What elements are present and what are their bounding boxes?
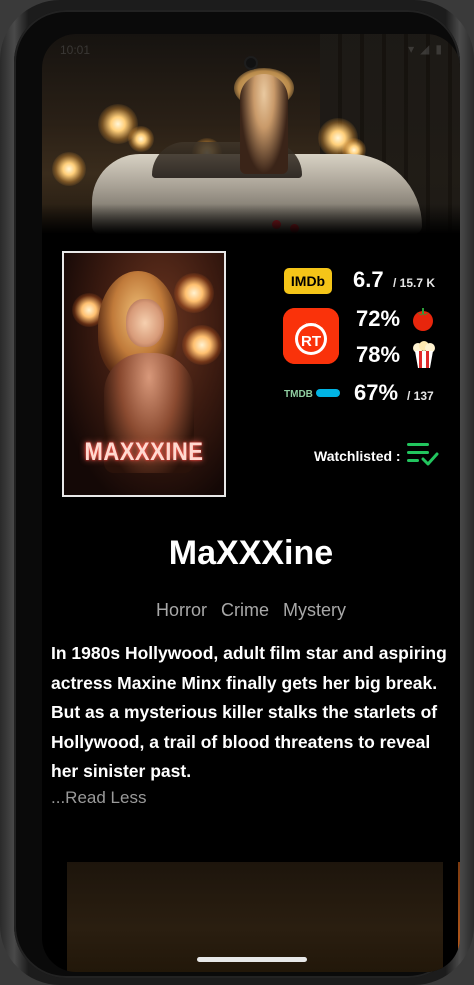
watchlist-status[interactable]: Watchlisted : — [314, 440, 439, 471]
backdrop-fade — [42, 204, 460, 234]
tmdb-badge[interactable]: TMDB — [284, 386, 342, 400]
battery-icon: ▮ — [435, 42, 442, 56]
device-bezel: 10:01 ▾ ◢ ▮ MAXXXINE IMDb 6.7 / 15.7 K R… — [14, 10, 460, 978]
genre-tag[interactable]: Mystery — [283, 600, 346, 621]
backdrop-light — [52, 152, 86, 186]
imdb-votes: / 15.7 K — [393, 276, 436, 290]
rt-critics-score: 72% — [356, 306, 401, 331]
genre-tag[interactable]: Horror — [156, 600, 207, 621]
imdb-badge[interactable]: IMDb — [284, 268, 332, 294]
tmdb-score: 67% — [354, 380, 399, 405]
tomato-icon — [410, 306, 436, 337]
home-indicator[interactable] — [197, 957, 307, 962]
poster-light — [174, 273, 214, 313]
popcorn-icon — [412, 341, 436, 374]
ratings-panel: IMDb 6.7 / 15.7 K RT 72% 78% TMDB 67% / … — [282, 264, 452, 414]
poster-light — [182, 325, 222, 365]
rotten-tomatoes-badge[interactable]: RT — [283, 308, 339, 364]
status-icons: ▾ ◢ ▮ — [408, 42, 442, 56]
device-frame: 10:01 ▾ ◢ ▮ MAXXXINE IMDb 6.7 / 15.7 K R… — [0, 0, 474, 985]
poster-face — [126, 299, 164, 347]
next-media-thumbnail[interactable] — [458, 862, 460, 972]
wifi-icon: ▾ — [408, 42, 415, 56]
watchlist-check-icon[interactable] — [406, 440, 439, 471]
movie-poster[interactable]: MAXXXINE — [62, 251, 226, 497]
movie-overview: In 1980s Hollywood, adult film star and … — [51, 643, 447, 781]
imdb-score: 6.7 — [353, 267, 384, 292]
camera-icon — [246, 58, 256, 68]
rt-badge-text: RT — [301, 333, 321, 350]
backdrop-figure — [240, 74, 288, 174]
watchlist-label: Watchlisted : — [314, 447, 401, 464]
movie-title: MaXXXine — [168, 534, 334, 572]
rotten-tomatoes-logo-icon: RT — [283, 308, 339, 364]
poster-title: MAXXXINE — [84, 437, 204, 466]
trailer-thumbnail[interactable] — [67, 862, 443, 972]
genre-tag[interactable]: Crime — [221, 600, 269, 621]
backdrop-light — [128, 126, 154, 152]
genre-list: Horror Crime Mystery — [42, 600, 460, 621]
signal-icon: ◢ — [420, 42, 430, 56]
read-less-link[interactable]: ...Read Less — [51, 788, 146, 808]
rt-audience-score: 78% — [356, 342, 401, 367]
status-time: 10:01 — [60, 43, 91, 57]
tmdb-votes: / 137 — [407, 389, 434, 403]
tmdb-badge-text: TMDB — [284, 389, 313, 400]
screen: 10:01 ▾ ◢ ▮ MAXXXINE IMDb 6.7 / 15.7 K R… — [42, 34, 460, 972]
